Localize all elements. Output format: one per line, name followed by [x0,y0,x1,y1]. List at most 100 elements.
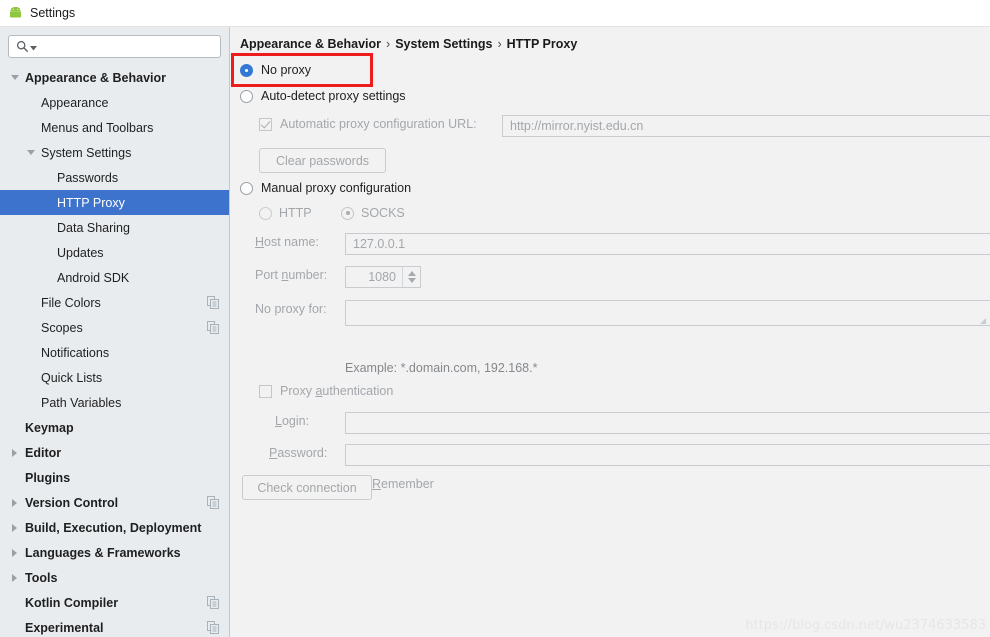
auto-proxy-url-checkbox[interactable] [259,117,272,131]
chevron-right-glyph [12,573,17,582]
copy-icon[interactable] [207,296,219,309]
sidebar-item-file-colors[interactable]: File Colors [0,290,229,315]
sidebar-item-label: Languages & Frameworks [25,545,181,560]
remember-mnemonic: R [372,477,382,491]
chevron-down-glyph [26,150,35,155]
title-bar: Settings [0,0,990,27]
sidebar-item-tools[interactable]: Tools [0,565,229,590]
copy-icon[interactable] [207,496,219,509]
auto-proxy-url-field[interactable]: http://mirror.nyist.edu.cn [502,115,990,137]
sidebar-item-label: System Settings [41,145,132,160]
chevron-down-icon[interactable] [8,65,21,90]
sidebar-item-menus-and-toolbars[interactable]: Menus and Toolbars [0,115,229,140]
host-name-label: Host name: [255,235,319,249]
sidebar-item-scopes[interactable]: Scopes [0,315,229,340]
sidebar-item-http-proxy[interactable]: HTTP Proxy [0,190,229,215]
breadcrumb-part-1[interactable]: Appearance & Behavior [240,37,381,51]
sidebar-item-system-settings[interactable]: System Settings [0,140,229,165]
chevron-right-glyph [12,498,17,507]
check-connection-button[interactable]: Check connection [242,475,372,500]
search-box[interactable] [8,35,221,58]
login-field[interactable] [345,412,990,434]
socks-radio-row[interactable]: SOCKS [341,206,405,220]
host-name-value: 127.0.0.1 [353,237,406,251]
chevron-right-icon[interactable] [8,515,21,540]
sidebar-item-label: Version Control [25,495,119,510]
http-radio-row[interactable]: HTTP [259,206,312,220]
sidebar-item-keymap[interactable]: Keymap [0,415,229,440]
no-proxy-radio[interactable] [240,63,253,77]
port-number-spinner[interactable]: 1080 [345,266,421,288]
chevron-down-glyph [10,75,19,80]
sidebar-item-notifications[interactable]: Notifications [0,340,229,365]
spinner-down-icon[interactable] [407,278,416,283]
sidebar-item-updates[interactable]: Updates [0,240,229,265]
settings-window: Settings Appearance & Behavior Appearance… [0,0,990,637]
port-number-label-pre: Port [255,268,282,282]
resize-grip-icon[interactable] [979,314,987,324]
check-connection-label: Check connection [257,480,357,495]
sidebar-item-label: Kotlin Compiler [25,595,119,610]
sidebar-item-passwords[interactable]: Passwords [0,165,229,190]
host-name-field[interactable]: 127.0.0.1 [345,233,990,255]
sidebar-item-appearance-behavior[interactable]: Appearance & Behavior [0,65,229,90]
proxy-auth-checkbox-row[interactable]: Proxy authentication [259,384,393,398]
auto-detect-radio[interactable] [240,89,253,103]
no-proxy-for-field[interactable] [345,300,990,326]
sidebar-item-path-variables[interactable]: Path Variables [0,390,229,415]
chevron-down-icon[interactable] [24,140,37,165]
password-field[interactable] [345,444,990,466]
sidebar-item-plugins[interactable]: Plugins [0,465,229,490]
chevron-right-glyph [12,548,17,557]
breadcrumb-separator-2: › [497,37,502,51]
sidebar-item-appearance[interactable]: Appearance [0,90,229,115]
sidebar-item-version-control[interactable]: Version Control [0,490,229,515]
sidebar-item-languages-frameworks[interactable]: Languages & Frameworks [0,540,229,565]
settings-sidebar: Appearance & Behavior Appearance Menus and… [0,27,230,637]
spinner-up-icon[interactable] [407,271,416,276]
sidebar-item-label: Build, Execution, Deployment [25,520,202,535]
search-container [0,27,229,63]
manual-proxy-radio-row[interactable]: Manual proxy configuration [240,181,411,195]
chevron-right-icon[interactable] [8,565,21,590]
no-proxy-radio-row[interactable]: No proxy [240,63,311,77]
http-radio[interactable] [259,206,272,220]
sidebar-item-experimental[interactable]: Experimental [0,615,229,637]
sidebar-item-label: Android SDK [57,270,130,285]
auto-detect-radio-row[interactable]: Auto-detect proxy settings [240,89,406,103]
sidebar-item-build-execution-deployment[interactable]: Build, Execution, Deployment [0,515,229,540]
chevron-right-icon[interactable] [8,490,21,515]
chevron-right-icon[interactable] [8,540,21,565]
sidebar-item-editor[interactable]: Editor [0,440,229,465]
chevron-down-icon[interactable] [30,40,37,54]
copy-icon[interactable] [207,621,219,634]
breadcrumb-part-2[interactable]: System Settings [395,37,492,51]
sidebar-item-label: Appearance & Behavior [25,70,167,85]
sidebar-item-label: Menus and Toolbars [41,120,154,135]
port-number-label: Port number: [255,268,327,282]
sidebar-item-quick-lists[interactable]: Quick Lists [0,365,229,390]
sidebar-item-label: File Colors [41,295,101,310]
manual-proxy-radio[interactable] [240,181,253,195]
sidebar-item-data-sharing[interactable]: Data Sharing [0,215,229,240]
socks-radio[interactable] [341,206,354,220]
auto-url-checkbox-row[interactable]: Automatic proxy configuration URL: [259,117,477,131]
sidebar-item-android-sdk[interactable]: Android SDK [0,265,229,290]
chevron-right-icon[interactable] [8,440,21,465]
sidebar-item-kotlin-compiler[interactable]: Kotlin Compiler [0,590,229,615]
clear-passwords-button[interactable]: Clear passwords [259,148,386,173]
proxy-authentication-checkbox[interactable] [259,384,272,398]
copy-icon[interactable] [207,321,219,334]
spinner-buttons[interactable] [402,267,420,287]
copy-icon[interactable] [207,596,219,609]
settings-tree: Appearance & Behavior Appearance Menus and… [0,63,229,637]
search-input[interactable] [41,37,220,56]
